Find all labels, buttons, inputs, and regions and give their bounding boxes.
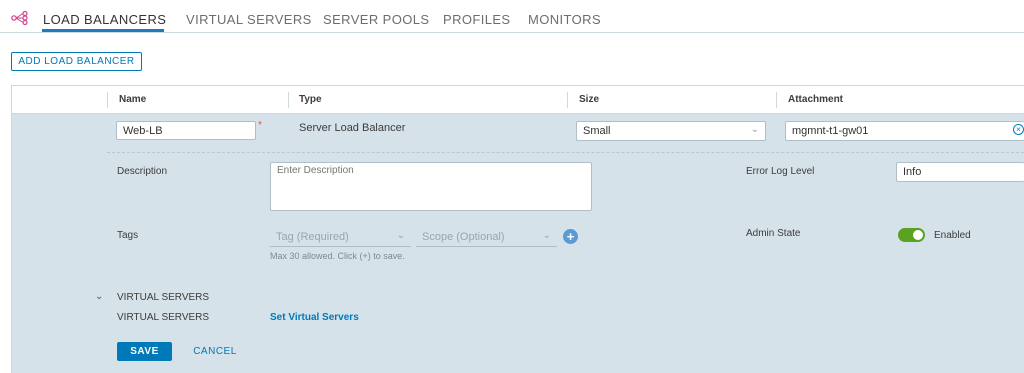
- chevron-down-icon: ⌄: [396, 230, 405, 241]
- column-separator: [567, 92, 568, 108]
- column-separator: [776, 92, 777, 108]
- load-balancer-icon: [11, 11, 28, 25]
- scope-placeholder: Scope (Optional): [422, 231, 505, 243]
- error-log-level-label: Error Log Level: [746, 166, 815, 177]
- error-log-level-value: Info: [903, 166, 922, 178]
- error-log-level-select[interactable]: Info: [896, 162, 1024, 182]
- description-label: Description: [117, 166, 168, 177]
- tab-profiles[interactable]: PROFILES: [443, 12, 511, 27]
- virtual-servers-section-title[interactable]: VIRTUAL SERVERS: [117, 292, 209, 303]
- admin-state-label: Admin State: [746, 228, 801, 239]
- set-virtual-servers-link[interactable]: Set Virtual Servers: [270, 312, 359, 323]
- size-select[interactable]: Small ⌄: [576, 121, 766, 141]
- grid-header: Name Type Size Attachment: [12, 86, 1024, 114]
- column-header-attachment[interactable]: Attachment: [788, 94, 843, 105]
- admin-state-toggle[interactable]: [898, 228, 925, 242]
- admin-state-value: Enabled: [934, 230, 971, 241]
- toggle-knob: [913, 230, 923, 240]
- add-tag-plus-icon[interactable]: +: [563, 229, 578, 244]
- tab-load-balancers[interactable]: LOAD BALANCERS: [43, 12, 166, 27]
- scope-select[interactable]: Scope (Optional) ⌄: [416, 228, 557, 247]
- column-header-name[interactable]: Name: [119, 94, 146, 105]
- tab-bar: LOAD BALANCERS VIRTUAL SERVERS SERVER PO…: [0, 0, 1024, 33]
- column-separator: [107, 92, 108, 108]
- tab-virtual-servers[interactable]: VIRTUAL SERVERS: [186, 12, 312, 27]
- collapse-chevron-icon[interactable]: ⌄: [95, 291, 103, 302]
- attachment-select[interactable]: mgmnt-t1-gw01: [785, 121, 1024, 141]
- row-divider: [107, 152, 1024, 153]
- chevron-down-icon: ⌄: [542, 230, 551, 241]
- attachment-select-value: mgmnt-t1-gw01: [792, 125, 869, 137]
- add-load-balancer-button[interactable]: ADD LOAD BALANCER: [11, 52, 142, 71]
- active-tab-indicator: [42, 29, 164, 32]
- description-textarea[interactable]: [270, 162, 592, 211]
- column-separator: [288, 92, 289, 108]
- cancel-button[interactable]: CANCEL: [190, 342, 240, 361]
- required-indicator: *: [258, 120, 262, 131]
- column-header-type[interactable]: Type: [299, 94, 322, 105]
- chevron-down-icon: ⌄: [750, 124, 759, 135]
- tab-monitors[interactable]: MONITORS: [528, 12, 601, 27]
- tab-server-pools[interactable]: SERVER POOLS: [323, 12, 429, 27]
- type-value: Server Load Balancer: [299, 122, 406, 134]
- save-button[interactable]: SAVE: [117, 342, 172, 361]
- size-select-value: Small: [583, 125, 611, 137]
- column-header-size[interactable]: Size: [579, 94, 599, 105]
- tag-placeholder: Tag (Required): [276, 231, 349, 243]
- clear-icon[interactable]: ×: [1013, 124, 1024, 135]
- tags-label: Tags: [117, 230, 139, 241]
- tag-select[interactable]: Tag (Required) ⌄: [270, 228, 411, 247]
- virtual-servers-row-label: VIRTUAL SERVERS: [117, 312, 210, 323]
- name-input[interactable]: [116, 121, 256, 140]
- tags-hint: Max 30 allowed. Click (+) to save.: [270, 251, 405, 261]
